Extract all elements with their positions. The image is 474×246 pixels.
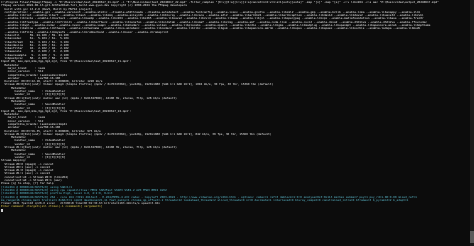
terminal-output: C:\Program Files\ffmpeg\ffmpeg -i "E:\Mu… — [1, 1, 469, 212]
command-prompt[interactable] — [1, 209, 469, 212]
terminal-window[interactable]: C:\Program Files\ffmpeg\ffmpeg -i "E:\Mu… — [0, 0, 474, 246]
text-cursor — [1, 209, 3, 212]
scrollbar-thumb[interactable] — [470, 231, 474, 243]
vertical-scrollbar[interactable] — [470, 0, 474, 246]
